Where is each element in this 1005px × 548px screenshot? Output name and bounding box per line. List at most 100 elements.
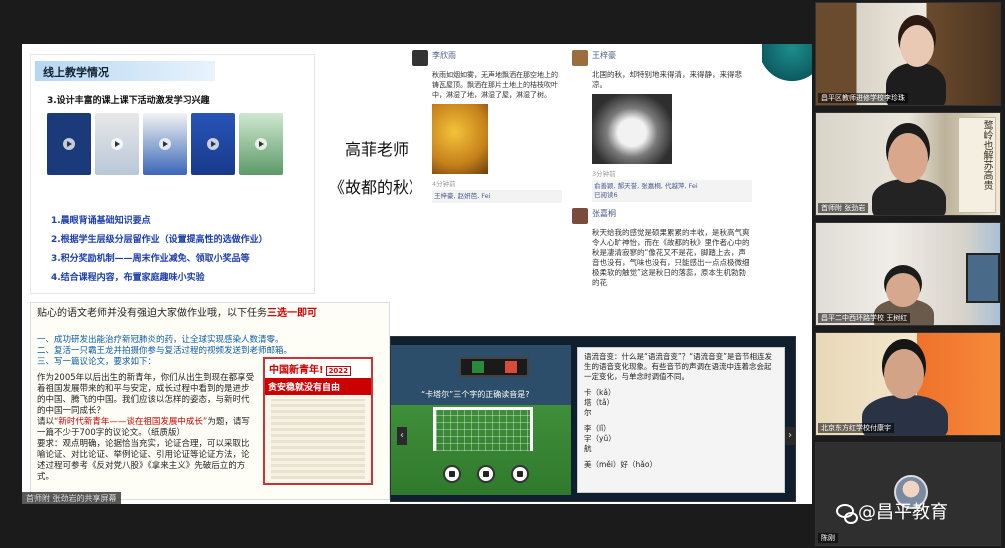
like-list: 王梓豪, 赵妍芭, Fei xyxy=(432,190,562,203)
slide-homework: 贴心的语文老师并没有强迫大家做作业哦，以下任务三选一即可 一、成功研发出能治疗新… xyxy=(30,302,390,500)
like-names: 俞善颖, 郝天誉, 张嘉桐, 代越萍, Fei xyxy=(594,182,698,190)
poster-image: 中国新青年! 2022 贪安稳就没有自由 xyxy=(263,357,373,485)
read-count: 已阅读6 xyxy=(594,191,618,199)
answer-line: 尔 xyxy=(584,408,592,417)
participant-head xyxy=(900,25,934,67)
play-icon xyxy=(255,138,267,150)
slide-online-teaching: 线上教学情况 3.设计丰富的课上课下活动激发学习兴趣 1.晨眼背诵基础知识要点 … xyxy=(30,54,315,294)
chat-post: 李欣雨 秋雨如烟如雾，无声地飘洒在那空地上的铸瓦屋顶。飘洒在那片土地上的桔枝吹叶… xyxy=(412,50,562,350)
answer-line: 李（lǐ） xyxy=(584,424,611,433)
participant-name: 昌平区教师进修学校李珍珠 xyxy=(818,93,908,103)
answer-line: 宇（yǔ） xyxy=(584,434,616,443)
photo-thumbnail[interactable] xyxy=(47,113,91,175)
participant-name: 陈刚 xyxy=(818,533,838,543)
photo-thumbnail[interactable] xyxy=(239,113,283,175)
video-tile[interactable]: 陈刚 xyxy=(815,442,1001,546)
participant-head xyxy=(886,273,920,307)
quiz-question-sign: “卡塔尔”三个字的正确读音是? xyxy=(421,390,530,399)
calligraphy-scroll: 鹜岭也解苏高贵 xyxy=(958,117,996,213)
chat-post: 王梓豪 北国的秋，却特别地来得清，来得静，来得悲凉。 3分钟前 俞善颖, 郝天誉… xyxy=(572,50,752,350)
score-cell xyxy=(471,361,484,373)
arch-photo[interactable] xyxy=(592,94,672,164)
poster-title: 中国新青年! xyxy=(269,365,324,376)
video-tile[interactable]: 鹜岭也解苏高贵 首师附 张劲岩 xyxy=(815,112,1001,216)
play-icon xyxy=(111,138,123,150)
answer-ball[interactable] xyxy=(443,465,461,483)
avatar xyxy=(412,50,428,66)
task-item: 一、成功研发出能治疗新冠肺炎的药，让全球实现感染人数清零。 xyxy=(37,335,284,345)
like-list: 俞善颖, 郝天誉, 张嘉桐, 代越萍, Fei 已阅读6 xyxy=(592,180,752,202)
scoreboard xyxy=(459,357,529,377)
play-icon xyxy=(63,138,75,150)
quiz-game: “卡塔尔”三个字的正确读音是? ‹ 语流音变：什么是“语流音变”？“语流音变”是… xyxy=(390,336,796,502)
participant-head xyxy=(888,133,928,183)
poster-name: 李欣雨 xyxy=(432,51,456,60)
list-item: 4.结合课程内容，布置家庭趣味小实验 xyxy=(51,273,205,283)
quiz-question: 语流音变：什么是“语流音变”？“语流音变”是音节相连发生的语音变化现象。有些音节… xyxy=(584,352,773,381)
post-text: 北国的秋，却特别地来得清，来得静，来得悲凉。 xyxy=(592,70,742,89)
next-button[interactable]: › xyxy=(785,427,795,445)
essay-prompt: 作为2005年以后出生的新青年，你们从出生到现在都享受着祖国发展带来的和平与安定… xyxy=(37,373,257,483)
prompt-pre: 请以 xyxy=(37,417,55,427)
play-icon xyxy=(207,138,219,150)
decorative-corner xyxy=(762,44,812,84)
quiz-answers: 卡（kǎ） 塔（tǎ） 尔 李（lǐ） 宇（yǔ） 航 美（měi）好（hǎo） xyxy=(584,388,778,470)
quiz-panel: 语流音变：什么是“语流音变”？“语流音变”是音节相连发生的语音变化现象。有些音节… xyxy=(577,347,785,493)
photo-thumbnail[interactable] xyxy=(191,113,235,175)
prompt-body: 作为2005年以后出生的新青年，你们从出生到现在都享受着祖国发展带来的和平与安定… xyxy=(37,373,255,416)
share-label: 首师附 张劲岩的共享屏幕 xyxy=(22,492,121,504)
poster-header: 中国新青年! 2022 xyxy=(265,359,371,378)
post-text: 秋天给我的感觉是硕果累累的丰收，是秋高气爽令人心旷神怡，而在《故都的秋》里作者心… xyxy=(592,228,750,287)
shared-screen: 线上教学情况 3.设计丰富的课上课下活动激发学习兴趣 1.晨眼背诵基础知识要点 … xyxy=(22,44,812,504)
homework-heading: 贴心的语文老师并没有强迫大家做作业哦，以下任务三选一即可 xyxy=(37,307,385,320)
watermark-text: @昌平教育 xyxy=(858,502,948,523)
list-item: 3.积分奖励机制——周末作业减免、领取小奖品等 xyxy=(51,254,250,264)
avatar xyxy=(572,50,588,66)
answer-line: 美（měi）好（hǎo） xyxy=(584,460,657,469)
heading-text: 贴心的语文老师并没有强迫大家做作业哦，以下任务 xyxy=(37,308,267,319)
participant-name: 北京东方红学校付康宇 xyxy=(818,423,894,433)
wechat-icon xyxy=(836,504,858,524)
poster-name: 王梓豪 xyxy=(592,51,616,60)
post-time: 3分钟前 xyxy=(592,170,616,178)
video-tile[interactable]: 昌平二中西环路学校 王树红 xyxy=(815,222,1001,326)
prev-button[interactable]: ‹ xyxy=(397,427,407,445)
post-text: 秋雨如烟如雾，无声地飘洒在那空地上的铸瓦屋顶。飘洒在那片土地上的桔枝吹叶中，淋湿… xyxy=(432,71,558,99)
video-tile[interactable]: 北京东方红学校付康宇 xyxy=(815,332,1001,436)
slide-subtitle: 3.设计丰富的课上课下活动激发学习兴趣 xyxy=(47,96,210,106)
answer-ball[interactable] xyxy=(511,465,529,483)
goal-net xyxy=(433,407,533,451)
poster-name: 张嘉桐 xyxy=(592,209,616,218)
answer-line: 航 xyxy=(584,444,592,453)
meeting-window: 线上教学情况 3.设计丰富的课上课下活动激发学习兴趣 1.晨眼背诵基础知识要点 … xyxy=(0,0,1005,548)
task-item: 二、复活一只霸王龙并拍摄你参与复活过程的视频发送到老师邮箱。 xyxy=(37,346,293,356)
answer-line: 塔（tǎ） xyxy=(584,398,615,407)
video-tile[interactable]: 昌平区教师进修学校李珍珠 xyxy=(815,2,1001,106)
watermark: @昌平教育 xyxy=(836,498,948,524)
football-pitch: “卡塔尔”三个字的正确读音是? xyxy=(391,345,571,495)
ginkgo-photo[interactable] xyxy=(432,104,488,174)
participant-name: 昌平二中西环路学校 王树红 xyxy=(818,313,911,323)
avatar xyxy=(572,208,588,224)
participant-name: 首师附 张劲岩 xyxy=(818,203,869,213)
heading-emphasis: 三选一即可 xyxy=(267,308,317,319)
post-time: 4分钟前 xyxy=(432,180,456,188)
poster-year: 2022 xyxy=(325,366,352,376)
participant-head xyxy=(884,349,924,399)
photo-strip xyxy=(47,113,283,175)
poster-text-block xyxy=(271,399,365,479)
play-icon xyxy=(159,138,171,150)
list-item: 2.根据学生层级分层留作业（设置提高性的选做作业） xyxy=(51,235,268,245)
wall-monitor xyxy=(966,253,1000,303)
answer-line: 卡（kǎ） xyxy=(584,388,616,397)
slide-title: 线上教学情况 xyxy=(35,61,215,81)
score-cell xyxy=(504,361,517,373)
poster-band: 贪安稳就没有自由 xyxy=(265,378,371,395)
photo-thumbnail[interactable] xyxy=(143,113,187,175)
answer-ball[interactable] xyxy=(477,465,495,483)
prompt-requirements: 要求：观点明确，论据恰当充实，论证合理，可以采取比喻论证、对比论证、举例论证、引… xyxy=(37,439,250,482)
list-item: 1.晨眼背诵基础知识要点 xyxy=(51,216,151,226)
slide-list: 1.晨眼背诵基础知识要点 2.根据学生层级分层留作业（设置提高性的选做作业） 3… xyxy=(51,213,268,289)
participant-body xyxy=(872,179,946,215)
photo-thumbnail[interactable] xyxy=(95,113,139,175)
